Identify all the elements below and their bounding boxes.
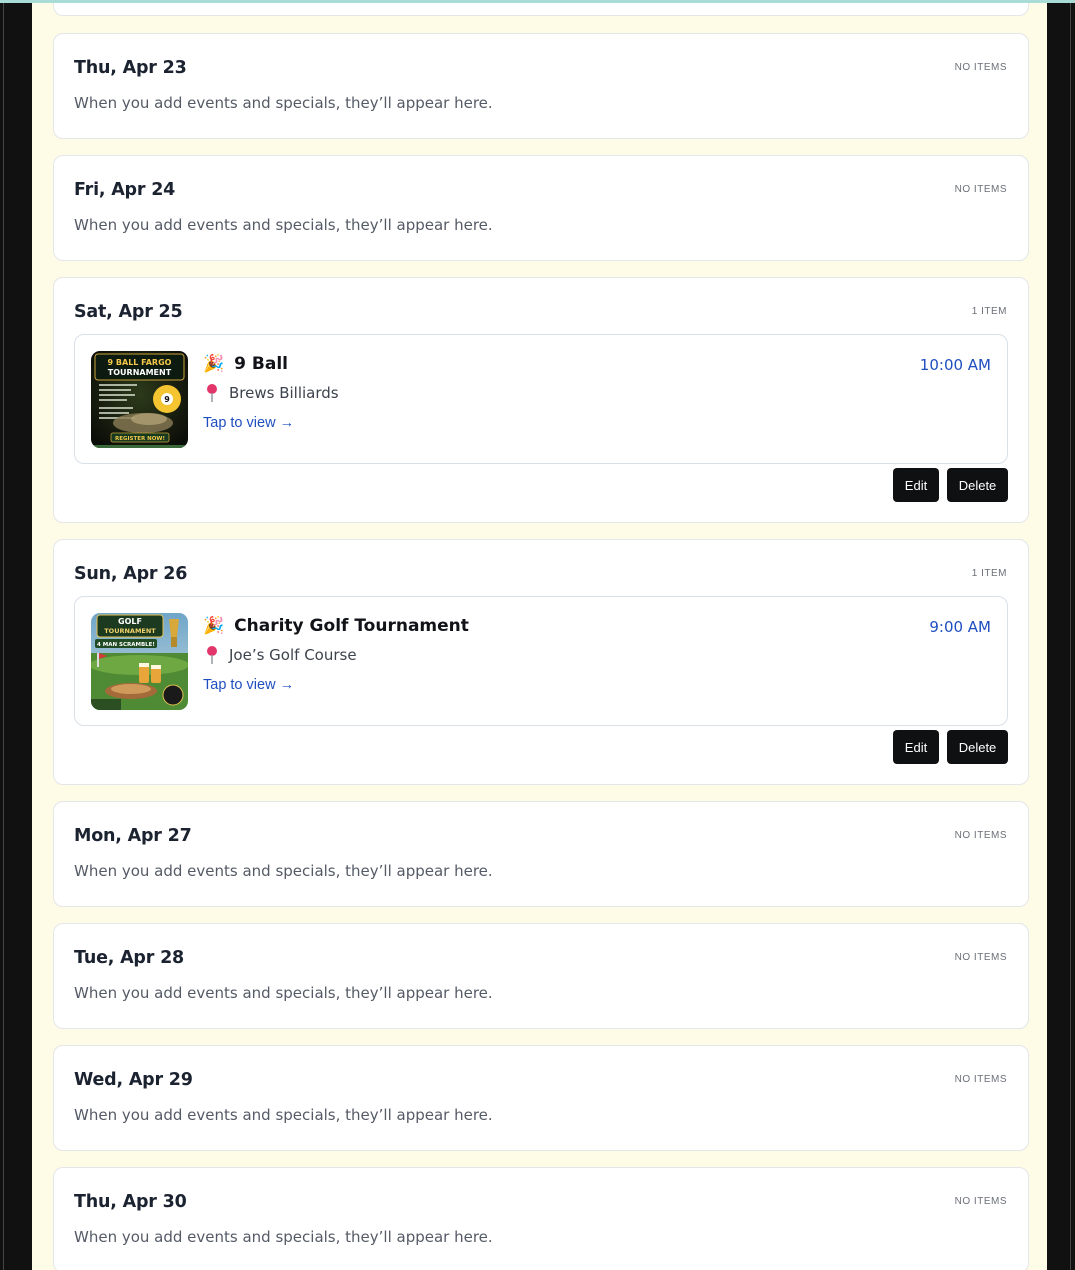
event-venue: Brews Billiards	[229, 384, 339, 402]
event-time: 9:00 AM	[929, 618, 991, 636]
item-count-badge: NO ITEMS	[954, 1196, 1007, 1207]
schedule-panel: Thu, Apr 23 NO ITEMS When you add events…	[32, 0, 1047, 1270]
event-time: 10:00 AM	[919, 356, 991, 374]
location-pin-icon	[207, 384, 217, 402]
item-count-badge: NO ITEMS	[954, 184, 1007, 195]
day-card: Thu, Apr 30 NO ITEMS When you add events…	[53, 1167, 1029, 1270]
event-card[interactable]: 9 BALL FARGO TOURNAMENT 9 REGISTER NOW! …	[74, 334, 1008, 464]
event-venue-row: Brews Billiards	[206, 384, 339, 402]
event-title-row: 🎉 Charity Golf Tournament	[203, 616, 469, 636]
day-title: Fri, Apr 24	[74, 180, 176, 200]
delete-button[interactable]: Delete	[947, 468, 1008, 502]
day-title: Thu, Apr 30	[74, 1192, 187, 1212]
thumb-text: TOURNAMENT	[108, 368, 172, 377]
day-title: Sat, Apr 25	[74, 302, 183, 322]
thumb-text: 9 BALL FARGO	[108, 358, 172, 367]
day-title: Thu, Apr 23	[74, 58, 187, 78]
thumb-text: TOURNAMENT	[104, 627, 156, 635]
day-card: Thu, Apr 23 NO ITEMS When you add events…	[53, 33, 1029, 139]
delete-button[interactable]: Delete	[947, 730, 1008, 764]
day-title: Mon, Apr 27	[74, 826, 192, 846]
empty-state-text: When you add events and specials, they’l…	[74, 1228, 493, 1246]
empty-state-text: When you add events and specials, they’l…	[74, 862, 493, 880]
location-pin-icon	[207, 646, 217, 664]
day-title: Tue, Apr 28	[74, 948, 185, 968]
day-card: Tue, Apr 28 NO ITEMS When you add events…	[53, 923, 1029, 1029]
party-popper-icon: 🎉	[203, 353, 225, 374]
empty-state-text: When you add events and specials, they’l…	[74, 984, 493, 1002]
edit-button[interactable]: Edit	[893, 730, 939, 764]
thumb-text: 4 MAN SCRAMBLE!	[97, 642, 155, 648]
event-venue: Joe’s Golf Course	[229, 646, 357, 664]
item-count-badge: NO ITEMS	[954, 62, 1007, 73]
thumb-text: REGISTER NOW!	[115, 436, 165, 442]
day-card: Sun, Apr 26 1 ITEM GOLF TOURNAMENT 4 MAN…	[53, 539, 1029, 785]
edit-button[interactable]: Edit	[893, 468, 939, 502]
tap-to-view-link[interactable]: Tap to view →	[203, 415, 294, 431]
day-title: Sun, Apr 26	[74, 564, 188, 584]
app-frame: Thu, Apr 23 NO ITEMS When you add events…	[3, 0, 1071, 1270]
event-title: 9 Ball	[234, 354, 289, 374]
empty-state-text: When you add events and specials, they’l…	[74, 216, 493, 234]
day-card: Fri, Apr 24 NO ITEMS When you add events…	[53, 155, 1029, 261]
tap-to-view-link[interactable]: Tap to view →	[203, 677, 294, 693]
event-thumbnail[interactable]: GOLF TOURNAMENT 4 MAN SCRAMBLE!	[91, 613, 188, 710]
party-popper-icon: 🎉	[203, 615, 225, 636]
item-count-badge: NO ITEMS	[954, 952, 1007, 963]
empty-state-text: When you add events and specials, they’l…	[74, 1106, 493, 1124]
day-card: Wed, Apr 29 NO ITEMS When you add events…	[53, 1045, 1029, 1151]
thumb-text: GOLF	[118, 617, 142, 626]
event-thumbnail[interactable]: 9 BALL FARGO TOURNAMENT 9 REGISTER NOW!	[91, 351, 188, 448]
item-count-badge: 1 ITEM	[971, 306, 1007, 317]
empty-state-text: When you add events and specials, they’l…	[74, 94, 493, 112]
svg-text:9: 9	[164, 395, 170, 404]
event-card[interactable]: GOLF TOURNAMENT 4 MAN SCRAMBLE! 🎉 Charit…	[74, 596, 1008, 726]
day-card: Sat, Apr 25 1 ITEM 9 BALL FARGO TOURNAME…	[53, 277, 1029, 523]
item-count-badge: NO ITEMS	[954, 830, 1007, 841]
item-count-badge: 1 ITEM	[971, 568, 1007, 579]
event-title: Charity Golf Tournament	[234, 616, 469, 636]
top-accent-bar	[0, 0, 1075, 3]
day-title: Wed, Apr 29	[74, 1070, 193, 1090]
event-title-row: 🎉 9 Ball	[203, 354, 288, 374]
event-venue-row: Joe’s Golf Course	[206, 646, 357, 664]
day-card: Mon, Apr 27 NO ITEMS When you add events…	[53, 801, 1029, 907]
item-count-badge: NO ITEMS	[954, 1074, 1007, 1085]
